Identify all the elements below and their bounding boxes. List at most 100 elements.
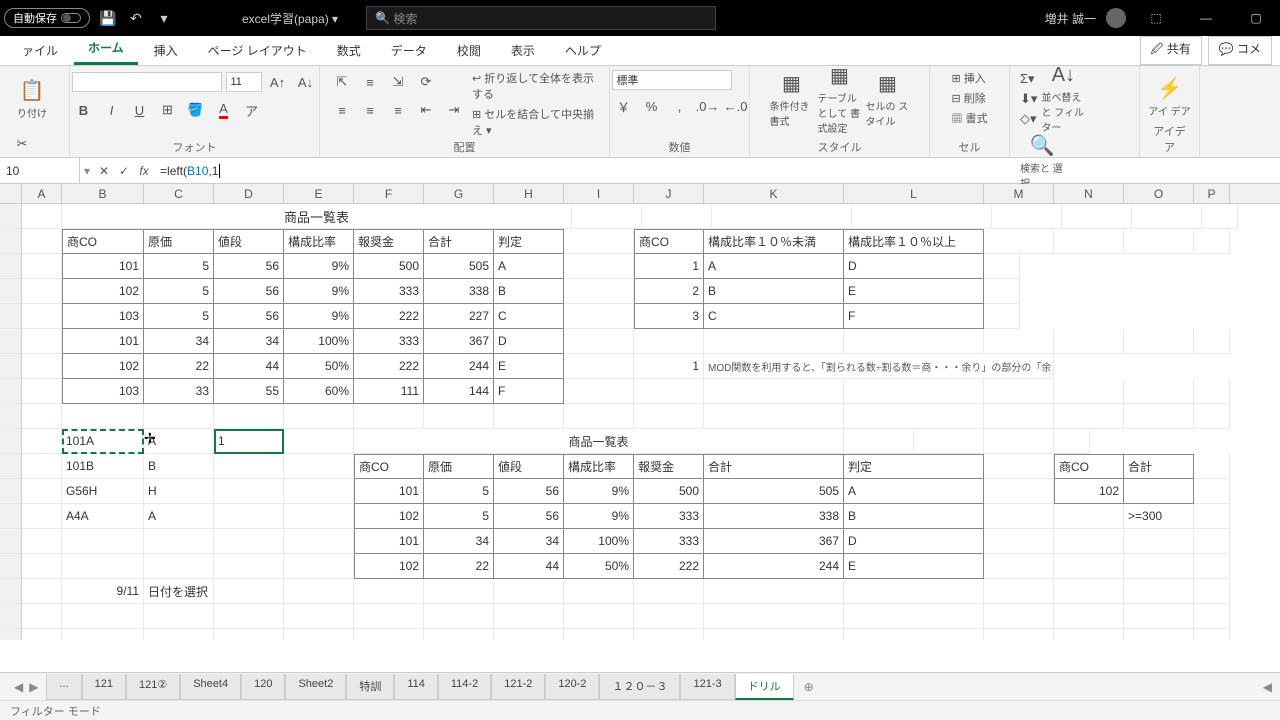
add-sheet-icon[interactable]: ⊕ — [796, 676, 822, 698]
align-middle-icon[interactable]: ≡ — [358, 70, 382, 94]
tab-insert[interactable]: 挿入 — [140, 36, 192, 65]
enter-icon[interactable]: ✓ — [114, 164, 134, 178]
font-name-combo[interactable] — [72, 72, 222, 92]
name-box[interactable]: 10 — [0, 158, 80, 183]
currency-icon[interactable]: ￥ — [612, 94, 636, 118]
col-header-H[interactable]: H — [494, 184, 564, 203]
sheet-tab[interactable]: 121-2 — [491, 674, 545, 700]
comment-button[interactable]: 💬 コメ — [1208, 36, 1272, 65]
font-color-icon[interactable]: A — [212, 98, 236, 122]
col-header-E[interactable]: E — [284, 184, 354, 203]
dec-decimal-icon[interactable]: ←.0 — [724, 94, 748, 118]
col-header-G[interactable]: G — [424, 184, 494, 203]
table1-title[interactable]: 商品一覧表 — [62, 204, 572, 229]
sheet-tab[interactable]: Sheet2 — [285, 674, 346, 700]
clear-icon[interactable]: ◇▾ — [1020, 111, 1037, 127]
share-button[interactable]: 🖉 共有 — [1140, 36, 1202, 65]
formula-input[interactable]: =left(B10,1 — [154, 158, 1280, 183]
sheet-tab[interactable]: 121 — [82, 674, 126, 700]
active-cell-D10[interactable]: 1 — [214, 429, 284, 454]
conditional-format-button[interactable]: ▦条件付き 書式 — [770, 70, 814, 128]
fill-icon[interactable]: ⬇▾ — [1020, 91, 1037, 107]
bold-icon[interactable]: B — [72, 98, 96, 122]
paste-button[interactable]: 📋り付け — [10, 70, 54, 128]
format-cells-button[interactable]: ▦ 書式 — [951, 110, 987, 126]
tab-review[interactable]: 校閲 — [443, 36, 495, 65]
col-header-M[interactable]: M — [984, 184, 1054, 203]
number-format-combo[interactable]: 標準 — [612, 70, 732, 90]
indent-dec-icon[interactable]: ⇤ — [414, 98, 438, 122]
align-center-icon[interactable]: ≡ — [358, 98, 382, 122]
col-header-D[interactable]: D — [214, 184, 284, 203]
percent-icon[interactable]: % — [640, 94, 664, 118]
scroll-left-icon[interactable]: ◀ — [1263, 680, 1272, 694]
sheet-tab[interactable]: ドリル — [735, 674, 794, 700]
fx-icon[interactable]: fx — [134, 164, 154, 178]
sort-filter-button[interactable]: A↓並べ替えと フィルター — [1041, 70, 1085, 128]
merge-center-button[interactable]: ⊞ セルを結合して中央揃え ▾ — [472, 106, 599, 138]
minimize-icon[interactable]: — — [1186, 11, 1226, 25]
italic-icon[interactable]: I — [100, 98, 124, 122]
avatar[interactable] — [1106, 8, 1126, 28]
table3-title[interactable]: 商品一覧表 — [354, 429, 844, 454]
col-header-J[interactable]: J — [634, 184, 704, 203]
sheet-tab[interactable]: 114-2 — [438, 674, 491, 700]
ideas-button[interactable]: ⚡アイ デア — [1148, 70, 1192, 123]
orientation-icon[interactable]: ⟳ — [414, 70, 438, 94]
sheet-tab[interactable]: １２０－３ — [599, 674, 680, 700]
col-header-O[interactable]: O — [1124, 184, 1194, 203]
increase-font-icon[interactable]: A↑ — [266, 70, 290, 94]
sheet-tab[interactable]: Sheet4 — [180, 674, 241, 700]
sheet-nav-next-icon[interactable]: ▶ — [29, 680, 38, 694]
autosum-icon[interactable]: Σ▾ — [1020, 71, 1037, 87]
col-header-A[interactable]: A — [22, 184, 62, 203]
border-icon[interactable]: ⊞ — [156, 98, 180, 122]
sheet-tab[interactable]: 特訓 — [346, 674, 394, 700]
redo-icon[interactable]: ▾ — [154, 10, 174, 27]
col-header-P[interactable]: P — [1194, 184, 1230, 203]
align-bottom-icon[interactable]: ⇲ — [386, 70, 410, 94]
fill-color-icon[interactable]: 🪣 — [184, 98, 208, 122]
undo-icon[interactable]: ↶ — [126, 10, 146, 27]
format-table-button[interactable]: ▦テーブルとして 書式設定 — [818, 70, 862, 128]
sheet-tab[interactable]: 121② — [126, 674, 180, 700]
maximize-icon[interactable]: ▢ — [1236, 11, 1276, 25]
tab-file[interactable]: ァイル — [8, 36, 72, 65]
cell-styles-button[interactable]: ▦セルの スタイル — [866, 70, 910, 128]
cancel-icon[interactable]: ✕ — [94, 164, 114, 178]
col-header-C[interactable]: C — [144, 184, 214, 203]
font-size-combo[interactable]: 11 — [226, 72, 262, 92]
save-icon[interactable]: 💾 — [98, 10, 118, 27]
ribbon-mode-icon[interactable]: ⬚ — [1136, 11, 1176, 25]
sheet-nav-prev-icon[interactable]: ◀ — [14, 680, 23, 694]
sheet-tab[interactable]: ... — [46, 674, 81, 700]
sheet-tab[interactable]: 120-2 — [545, 674, 599, 700]
search-input[interactable]: 🔍 検索 — [366, 6, 716, 30]
user-name[interactable]: 増井 誠一 — [1045, 10, 1096, 27]
delete-cells-button[interactable]: ⊟ 削除 — [951, 90, 987, 106]
tab-help[interactable]: ヘルプ — [551, 36, 615, 65]
tab-formulas[interactable]: 数式 — [323, 36, 375, 65]
tab-view[interactable]: 表示 — [497, 36, 549, 65]
indent-inc-icon[interactable]: ⇥ — [442, 98, 466, 122]
sheet-tab[interactable]: 120 — [241, 674, 285, 700]
tab-home[interactable]: ホーム — [74, 33, 138, 65]
col-header-K[interactable]: K — [704, 184, 844, 203]
col-header-B[interactable]: B — [62, 184, 144, 203]
phonetic-icon[interactable]: ア — [240, 98, 264, 122]
tab-data[interactable]: データ — [377, 36, 441, 65]
col-header-F[interactable]: F — [354, 184, 424, 203]
col-header-L[interactable]: L — [844, 184, 984, 203]
sheet-tab[interactable]: 114 — [394, 674, 438, 700]
col-header-I[interactable]: I — [564, 184, 634, 203]
insert-cells-button[interactable]: ⊞ 挿入 — [951, 70, 987, 86]
align-right-icon[interactable]: ≡ — [386, 98, 410, 122]
filename[interactable]: excel学習(papa) ▾ — [242, 10, 338, 27]
decrease-font-icon[interactable]: A↓ — [294, 70, 318, 94]
cut-icon[interactable]: ✂ — [10, 132, 34, 156]
col-header-N[interactable]: N — [1054, 184, 1124, 203]
sheet-tab[interactable]: 121-3 — [680, 674, 734, 700]
align-left-icon[interactable]: ≡ — [330, 98, 354, 122]
inc-decimal-icon[interactable]: .0→ — [696, 94, 720, 118]
tab-layout[interactable]: ページ レイアウト — [194, 36, 321, 65]
